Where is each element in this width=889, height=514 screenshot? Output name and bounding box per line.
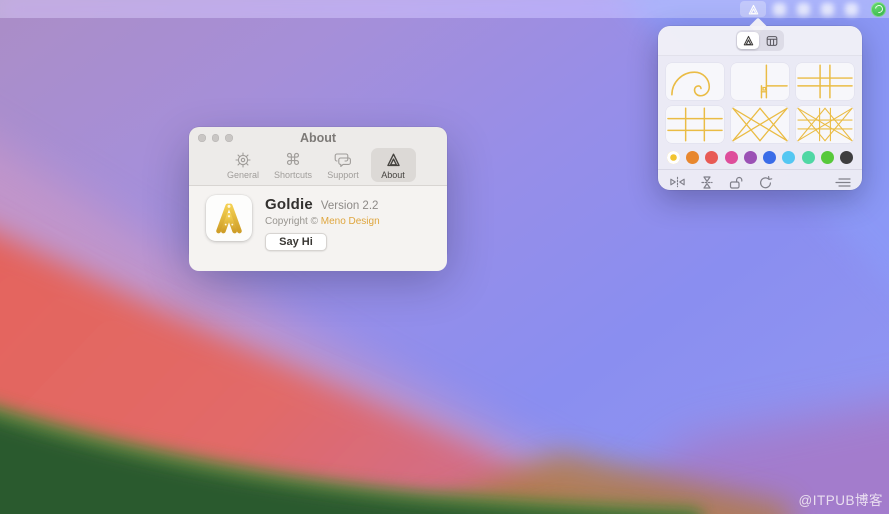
tab-label: General [226, 170, 260, 180]
flip-horizontal-icon[interactable] [669, 175, 686, 189]
line-weight-icon[interactable] [835, 176, 851, 189]
app-version: Version 2.2 [320, 200, 379, 212]
title-bar[interactable]: About [189, 127, 447, 148]
copyright-prefix: Copyright © [265, 216, 321, 227]
status-icon-blurred[interactable] [845, 2, 858, 16]
color-swatch[interactable] [839, 151, 853, 164]
menu-bar [0, 0, 889, 18]
tab-about[interactable]: About [370, 148, 416, 182]
about-window: About General ⌘ Shortcuts Support About … [189, 127, 447, 271]
tab-support[interactable]: Support [321, 148, 366, 182]
color-swatch[interactable] [705, 151, 719, 164]
color-swatch[interactable] [686, 151, 700, 164]
popover-toolbar [658, 169, 862, 194]
tile-golden-diagonals[interactable] [731, 106, 789, 143]
goldie-menu-bar-icon[interactable] [740, 1, 766, 17]
window-title: About [299, 131, 337, 145]
green-status-icon[interactable] [871, 1, 886, 17]
goldie-popover [658, 17, 862, 190]
tile-rule-of-thirds-grid[interactable] [666, 106, 724, 143]
color-swatch[interactable] [801, 151, 815, 164]
rotate-icon[interactable] [758, 175, 773, 190]
tab-label: About [381, 170, 405, 180]
chat-bubbles-icon [334, 150, 353, 169]
flip-vertical-icon[interactable] [700, 175, 714, 190]
status-icon-blurred[interactable] [821, 2, 834, 16]
meno-design-link[interactable]: Meno Design [321, 216, 380, 227]
tab-shortcuts[interactable]: ⌘ Shortcuts [271, 148, 316, 182]
color-swatch[interactable] [820, 151, 834, 164]
menu-status-icons [773, 2, 869, 16]
gear-icon [234, 150, 252, 169]
goldie-logo-icon [743, 35, 753, 46]
goldie-app-icon [206, 195, 252, 241]
status-icon-blurred[interactable] [773, 2, 786, 16]
tab-label: Shortcuts [273, 170, 313, 180]
color-swatch[interactable] [724, 151, 738, 164]
copyright-line: Copyright © Meno Design [265, 216, 380, 227]
tab-general[interactable]: General [221, 148, 266, 182]
segment-layout-table[interactable] [761, 32, 783, 49]
tile-combined-grid-diagonals[interactable] [796, 106, 854, 143]
tab-label: Support [327, 170, 359, 180]
tile-golden-spiral[interactable] [666, 63, 724, 100]
status-icon-blurred[interactable] [797, 2, 810, 16]
say-hi-button[interactable]: Say Hi [265, 233, 327, 251]
goldie-logo-icon [385, 150, 402, 169]
watermark: @ITPUB博客 [798, 493, 883, 508]
tile-golden-sections[interactable] [731, 63, 789, 100]
tile-phi-grid[interactable] [796, 63, 854, 100]
unlock-icon[interactable] [728, 175, 744, 190]
mode-segmented-control [736, 30, 784, 51]
app-name: Goldie [265, 196, 313, 213]
popover-header [658, 26, 862, 56]
overlay-tile-grid [658, 56, 862, 147]
color-swatch[interactable] [667, 151, 680, 164]
command-icon: ⌘ [285, 149, 301, 169]
preferences-toolbar: General ⌘ Shortcuts Support About [189, 148, 447, 186]
color-swatch[interactable] [763, 151, 777, 164]
swatch-row [658, 147, 862, 167]
about-content: Goldie Version 2.2 Copyright © Meno Desi… [189, 186, 447, 271]
segment-goldie-overlays[interactable] [737, 32, 759, 49]
color-swatch[interactable] [743, 151, 757, 164]
table-icon [766, 35, 778, 46]
color-swatch[interactable] [782, 151, 796, 164]
